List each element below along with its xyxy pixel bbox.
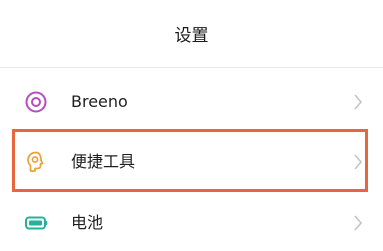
settings-screen: 设置 Breeno 便捷工具 电池 xyxy=(0,0,383,251)
chevron-right-icon xyxy=(354,154,363,170)
chevron-right-icon xyxy=(354,94,363,110)
settings-item-breeno[interactable]: Breeno xyxy=(0,75,383,129)
header-divider xyxy=(0,67,383,68)
settings-item-label: Breeno xyxy=(71,92,128,111)
battery-icon xyxy=(25,216,48,230)
settings-item-convenience-tools[interactable]: 便捷工具 xyxy=(0,135,383,189)
settings-item-label: 便捷工具 xyxy=(71,152,136,171)
settings-item-label: 电池 xyxy=(71,213,104,232)
settings-item-battery[interactable]: 电池 xyxy=(0,196,383,250)
chevron-right-icon xyxy=(354,215,363,231)
page-title: 设置 xyxy=(174,26,209,46)
breeno-icon xyxy=(25,91,47,113)
convenience-tools-icon xyxy=(27,151,44,172)
